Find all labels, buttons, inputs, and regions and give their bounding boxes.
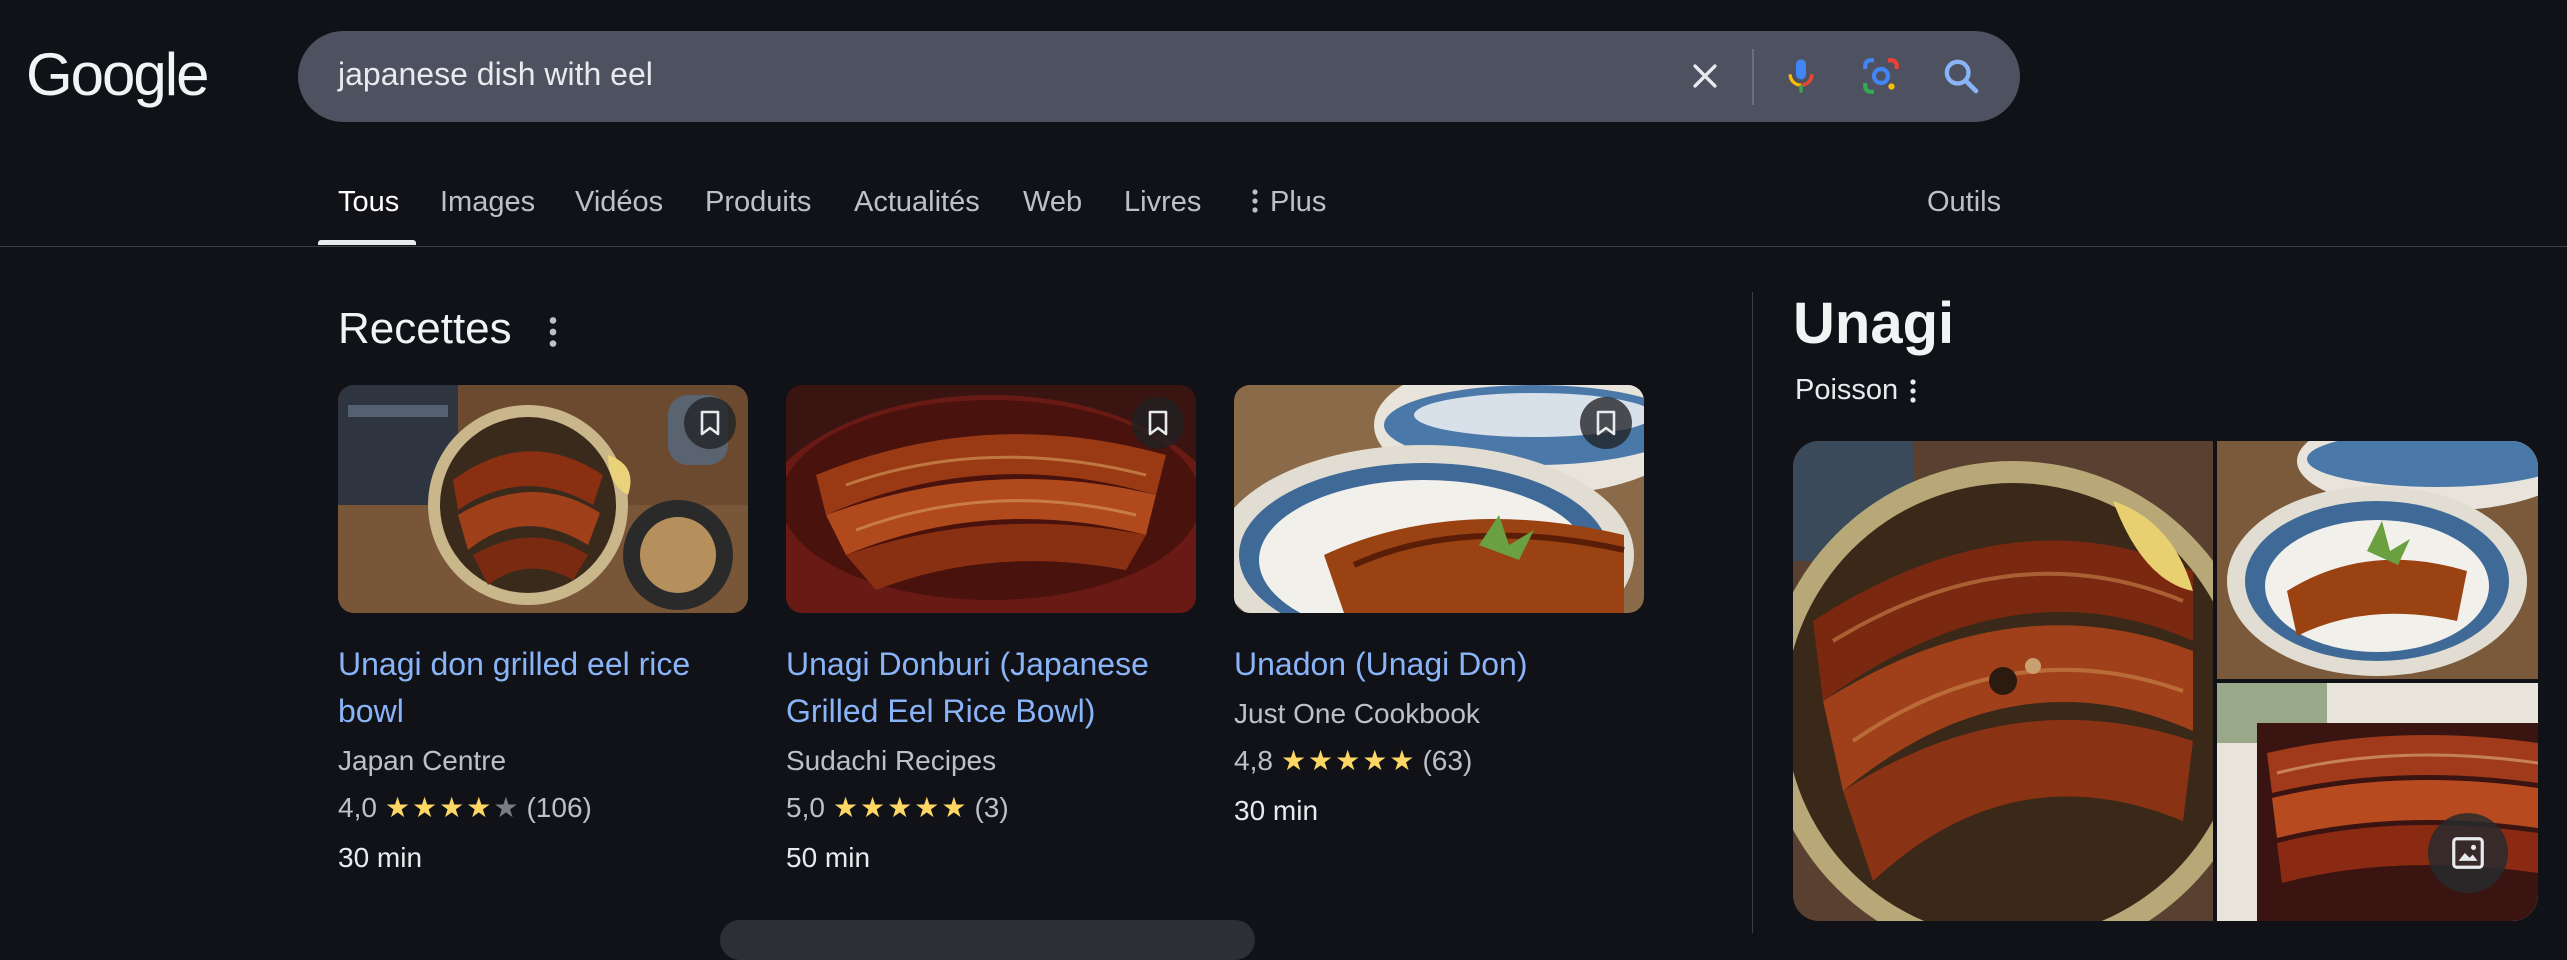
gallery-image[interactable]: [2217, 441, 2538, 679]
more-vert-icon[interactable]: [546, 314, 560, 355]
recipe-card[interactable]: Unagi don grilled eel rice bowl Japan Ce…: [338, 385, 748, 874]
tab-plus-label: Plus: [1270, 186, 1327, 218]
star-icon: ★: [1389, 745, 1415, 776]
star-icon: ★: [941, 792, 967, 823]
star-icon: ★: [439, 792, 465, 823]
more-vert-icon: [1252, 189, 1258, 213]
recipe-card[interactable]: Unagi Donburi (Japanese Grilled Eel Rice…: [786, 385, 1196, 874]
rating-count: (106): [526, 791, 592, 823]
close-icon[interactable]: [1680, 51, 1730, 101]
search-tabs: Tous Images Vidéos Produits Actualités W…: [0, 160, 2567, 247]
recipe-source: Just One Cookbook: [1234, 698, 1480, 729]
recipe-rating: 4,8 ★ ★ ★ ★ ★ (63): [1234, 744, 1644, 777]
tab-actualites[interactable]: Actualités: [854, 186, 980, 219]
star-icon: ★: [1362, 745, 1388, 776]
recipe-time: 30 min: [338, 842, 423, 873]
recipe-source: Sudachi Recipes: [786, 745, 997, 776]
star-icon: ★: [1280, 745, 1307, 776]
entity-type: Poisson: [1795, 374, 1899, 406]
star-icon: ★: [1335, 745, 1361, 776]
panel-divider: [1752, 292, 1753, 933]
recipe-card[interactable]: Unadon (Unagi Don) Just One Cookbook 4,8…: [1234, 385, 1644, 827]
image-gallery[interactable]: [1793, 441, 2538, 921]
tab-produits[interactable]: Produits: [705, 186, 811, 219]
recipe-time: 50 min: [786, 842, 871, 873]
knowledge-panel-subtitle: Poisson: [1795, 374, 1918, 407]
rating-value: 4,8: [1234, 744, 1273, 776]
recipe-rating: 5,0 ★ ★ ★ ★ ★ (3): [786, 791, 1196, 824]
bookmark-icon[interactable]: [1580, 397, 1632, 449]
tab-videos[interactable]: Vidéos: [575, 186, 663, 219]
section-title: Recettes: [338, 304, 512, 353]
google-lens-icon[interactable]: [1856, 51, 1906, 101]
rating-count: (63): [1422, 744, 1473, 776]
gallery-image-main[interactable]: [1793, 441, 2213, 921]
rating-stars: ★ ★ ★ ★ ★: [1281, 744, 1415, 777]
recipe-title[interactable]: Unadon (Unagi Don): [1234, 641, 1644, 688]
search-bar[interactable]: japanese dish with eel: [298, 31, 2020, 122]
more-results-button[interactable]: [720, 920, 1255, 960]
star-icon: ★: [466, 792, 492, 823]
tab-plus[interactable]: Plus: [1250, 186, 1326, 219]
recipe-source: Japan Centre: [338, 745, 507, 776]
bookmark-icon[interactable]: [684, 397, 736, 449]
star-icon: ★: [860, 792, 886, 823]
tools-button[interactable]: Outils: [1927, 186, 2001, 219]
tab-tous[interactable]: Tous: [338, 186, 399, 219]
recipe-image[interactable]: [1234, 385, 1644, 613]
google-logo[interactable]: Google: [26, 40, 209, 109]
rating-count: (3): [974, 791, 1009, 823]
star-icon: ★: [493, 792, 519, 823]
more-vert-icon[interactable]: [1908, 377, 1918, 405]
recipe-title[interactable]: Unagi Donburi (Japanese Grilled Eel Rice…: [786, 641, 1196, 735]
microphone-icon[interactable]: [1776, 51, 1826, 101]
knowledge-panel-title: Unagi: [1793, 291, 1955, 356]
active-tab-indicator: [318, 240, 416, 245]
tab-web[interactable]: Web: [1023, 186, 1082, 219]
star-icon: ★: [412, 792, 438, 823]
star-icon: ★: [914, 792, 940, 823]
star-icon: ★: [832, 792, 859, 823]
rating-stars: ★ ★ ★ ★ ★: [833, 791, 967, 824]
rating-stars: ★ ★ ★ ★ ★: [385, 791, 519, 824]
star-icon: ★: [887, 792, 913, 823]
rating-value: 5,0: [786, 791, 825, 823]
search-divider: [1752, 49, 1754, 105]
star-icon: ★: [1308, 745, 1334, 776]
bookmark-icon[interactable]: [1132, 397, 1184, 449]
search-icon[interactable]: [1936, 51, 1986, 101]
rating-value: 4,0: [338, 791, 377, 823]
recipe-image[interactable]: [786, 385, 1196, 613]
tab-livres[interactable]: Livres: [1124, 186, 1201, 219]
recipe-title[interactable]: Unagi don grilled eel rice bowl: [338, 641, 748, 735]
star-icon: ★: [384, 792, 411, 823]
recipe-time: 30 min: [1234, 795, 1319, 826]
search-input[interactable]: japanese dish with eel: [338, 56, 653, 93]
recipe-rating: 4,0 ★ ★ ★ ★ ★ (106): [338, 791, 748, 824]
image-gallery-icon[interactable]: [2428, 813, 2508, 893]
tab-images[interactable]: Images: [440, 186, 535, 219]
recipe-image[interactable]: [338, 385, 748, 613]
